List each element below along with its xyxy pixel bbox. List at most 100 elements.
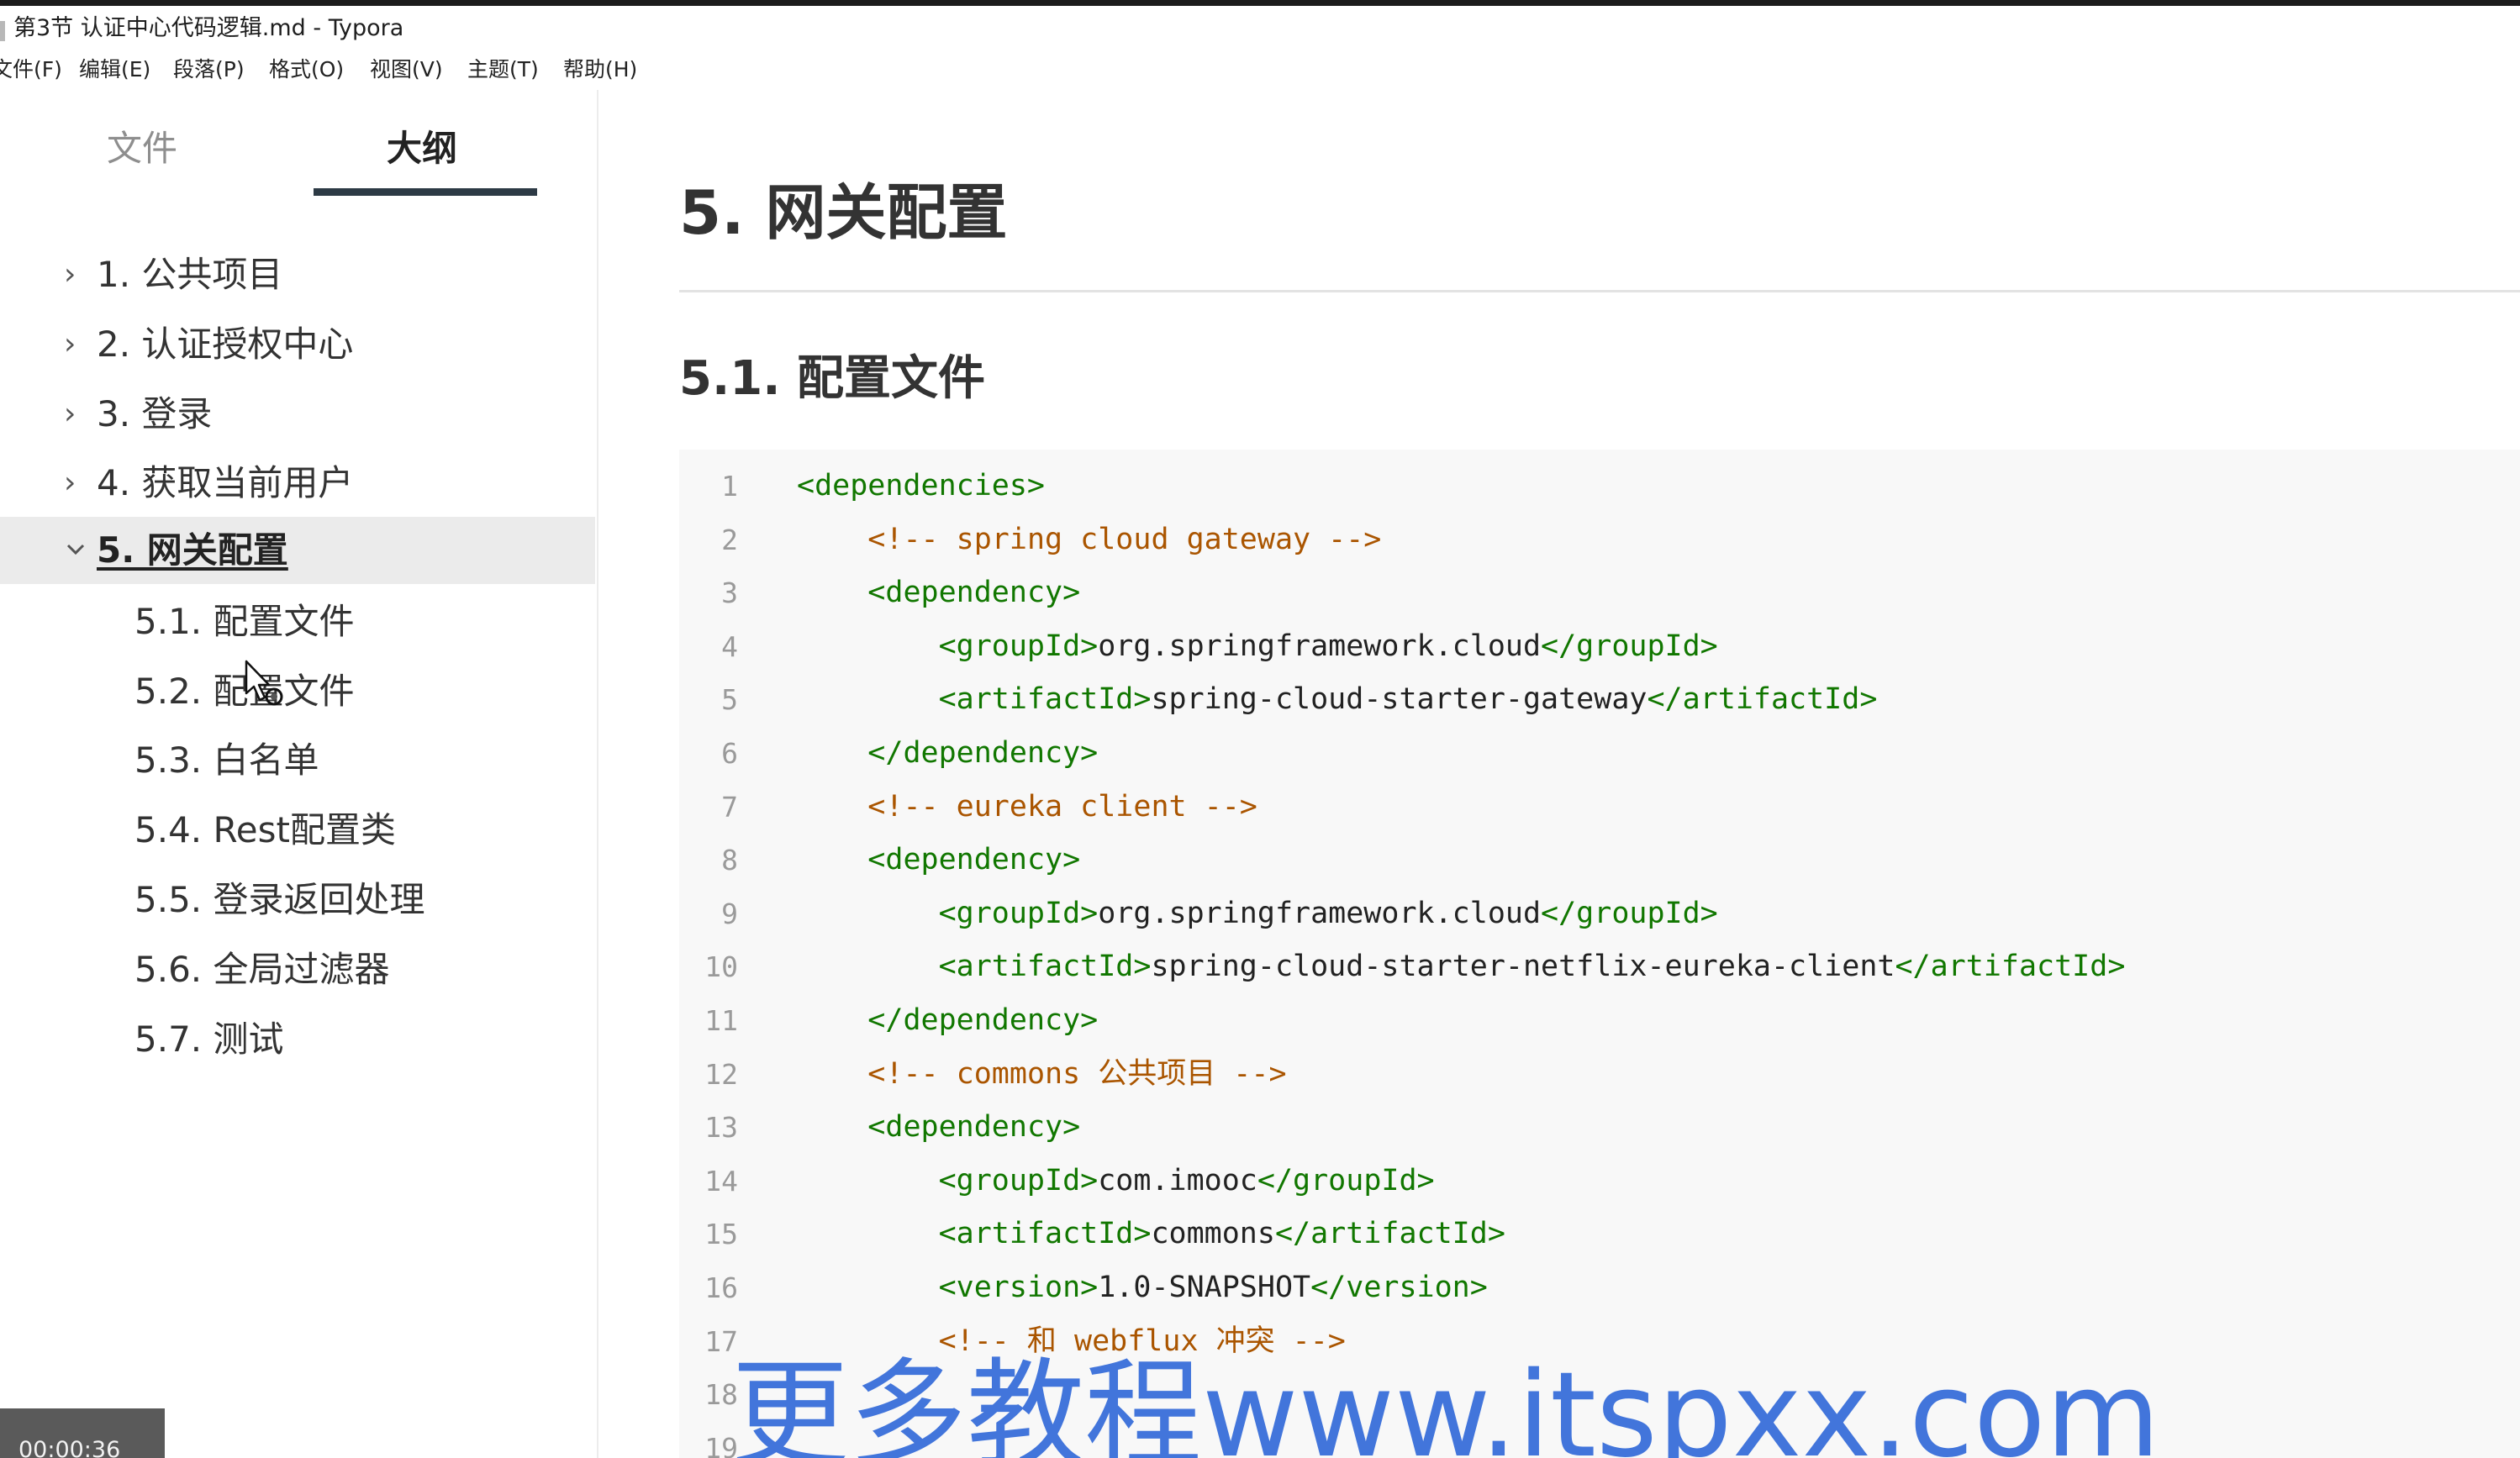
- line-number: 10: [704, 950, 738, 984]
- menu-format[interactable]: 格式(O): [269, 55, 344, 85]
- chevron-down-icon[interactable]: [64, 534, 87, 571]
- chevron-right-icon[interactable]: ›: [64, 465, 76, 502]
- chevron-right-icon[interactable]: ›: [64, 396, 76, 433]
- tab-outline[interactable]: 大纲: [387, 124, 457, 174]
- code-text: <!-- spring cloud gateway -->: [797, 513, 1381, 566]
- code-line[interactable]: 14 <groupId>com.imooc</groupId>: [679, 1155, 2520, 1208]
- active-tab-indicator: [314, 188, 537, 196]
- window-top-edge: [0, 0, 2520, 6]
- line-number: 11: [704, 1004, 738, 1037]
- code-token-tag: <groupId>: [938, 896, 1099, 930]
- code-block[interactable]: 1 <dependencies> 2 <!-- spring cloud gatew…: [679, 450, 2520, 1458]
- menu-file[interactable]: 文件(F): [0, 55, 62, 85]
- code-token-tag: </artifactId>: [1647, 682, 1878, 717]
- code-token-text: spring-cloud-starter-gateway: [1151, 682, 1647, 717]
- code-line[interactable]: 13 <dependency>: [679, 1101, 2520, 1154]
- code-token-tag: <groupId>: [938, 1163, 1099, 1197]
- code-text: </dependency>: [797, 994, 1098, 1047]
- code-line[interactable]: 9 <groupId>org.springframework.cloud</gr…: [679, 887, 2520, 940]
- sidebar: 文件 大纲 › 1. 公共项目 › 2. 认证授权中心 › 3. 登录 › 4.…: [0, 90, 598, 1458]
- watermark-text: 更多教程www.itspxx.com: [731, 1347, 2160, 1458]
- outline-item-label: 5.5. 登录返回处理: [134, 879, 425, 920]
- code-token-tag: <artifactId>: [938, 682, 1152, 717]
- code-text: <artifactId>spring-cloud-starter-gateway…: [797, 673, 1878, 726]
- code-token-tag: <version>: [938, 1271, 1099, 1304]
- line-number: 14: [704, 1164, 738, 1197]
- outline-item-login[interactable]: › 3. 登录: [0, 381, 595, 448]
- code-text: <groupId>org.springframework.cloud</grou…: [797, 887, 1718, 940]
- code-line[interactable]: 1 <dependencies>: [679, 460, 2520, 513]
- code-token-tag: <groupId>: [938, 629, 1099, 663]
- menu-view[interactable]: 视图(V): [370, 55, 443, 85]
- chevron-right-icon[interactable]: ›: [64, 256, 76, 293]
- line-number: 17: [704, 1324, 738, 1358]
- outline-item-current-user[interactable]: › 4. 获取当前用户: [0, 450, 595, 517]
- code-line[interactable]: 8 <dependency>: [679, 834, 2520, 887]
- outline-item-test[interactable]: 5.7. 测试: [0, 1006, 595, 1073]
- line-number: 19: [704, 1431, 738, 1458]
- code-token-comment: <!-- spring cloud gateway -->: [867, 522, 1382, 556]
- code-line[interactable]: 16 <version>1.0-SNAPSHOT</version>: [679, 1261, 2520, 1314]
- outline-item-rest-config[interactable]: 5.4. Rest配置类: [0, 797, 595, 864]
- code-token-text: com.imooc: [1098, 1163, 1257, 1197]
- line-number: 6: [721, 737, 738, 770]
- line-number: 5: [721, 683, 738, 717]
- line-number: 9: [721, 897, 738, 930]
- menu-paragraph[interactable]: 段落(P): [173, 55, 245, 85]
- line-number: 18: [704, 1378, 738, 1412]
- outline-item-label: 5. 网关配置: [97, 529, 288, 571]
- line-number: 8: [721, 844, 738, 877]
- outline-item-label: 3. 登录: [97, 393, 213, 434]
- outline-item-config-file-2[interactable]: 5.2. 配置文件: [0, 658, 595, 725]
- line-number: 15: [704, 1218, 738, 1251]
- outline-item-label: 5.7. 测试: [134, 1018, 284, 1060]
- menu-help[interactable]: 帮助(H): [563, 55, 637, 85]
- editor-pane[interactable]: 5. 网关配置 5.1. 配置文件 1 <dependencies> 2 <!-- …: [598, 90, 2520, 1458]
- code-token-text: 1.0-SNAPSHOT: [1098, 1271, 1311, 1304]
- menu-theme[interactable]: 主题(T): [467, 55, 539, 85]
- outline-item-config-file-1[interactable]: 5.1. 配置文件: [0, 588, 595, 655]
- code-text: <version>1.0-SNAPSHOT</version>: [797, 1261, 1488, 1314]
- menu-edit[interactable]: 编辑(E): [79, 55, 150, 85]
- code-text: <dependencies>: [797, 460, 1045, 513]
- typora-window: 第3节 认证中心代码逻辑.md - Typora 文件(F) 编辑(E) 段落(…: [0, 0, 2520, 1458]
- tab-files[interactable]: 文件: [107, 124, 177, 174]
- code-token-text: commons: [1151, 1217, 1275, 1251]
- app-icon: [0, 21, 5, 41]
- code-text: <artifactId>commons</artifactId>: [797, 1208, 1505, 1261]
- code-token-comment: <!-- commons 公共项目 -->: [867, 1056, 1287, 1091]
- heading-divider: [679, 290, 2520, 292]
- outline-item-login-return[interactable]: 5.5. 登录返回处理: [0, 866, 595, 934]
- code-token-tag: <artifactId>: [938, 1217, 1152, 1251]
- outline-item-label: 5.4. Rest配置类: [134, 809, 396, 850]
- code-text: <dependency>: [797, 834, 1080, 887]
- code-token-tag: <dependency>: [867, 576, 1081, 610]
- code-line[interactable]: 12 <!-- commons 公共项目 -->: [679, 1048, 2520, 1101]
- heading-2[interactable]: 5.1. 配置文件: [679, 345, 985, 413]
- outline-item-label: 5.6. 全局过滤器: [134, 949, 390, 990]
- outline-item-auth-center[interactable]: › 2. 认证授权中心: [0, 311, 595, 378]
- code-line[interactable]: 11 </dependency>: [679, 994, 2520, 1047]
- chevron-right-icon[interactable]: ›: [64, 326, 76, 363]
- code-text: <groupId>com.imooc</groupId>: [797, 1155, 1435, 1208]
- code-line[interactable]: 7 <!-- eureka client -->: [679, 781, 2520, 834]
- code-line[interactable]: 15 <artifactId>commons</artifactId>: [679, 1208, 2520, 1261]
- code-line[interactable]: 10 <artifactId>spring-cloud-starter-netf…: [679, 940, 2520, 993]
- line-number: 16: [704, 1271, 738, 1304]
- outline-item-whitelist[interactable]: 5.3. 白名单: [0, 727, 595, 794]
- code-line[interactable]: 6 </dependency>: [679, 727, 2520, 780]
- code-token-tag: </version>: [1310, 1271, 1488, 1304]
- code-token-text: spring-cloud-starter-netflix-eureka-clie…: [1151, 950, 1895, 984]
- outline-item-global-filter[interactable]: 5.6. 全局过滤器: [0, 936, 595, 1003]
- line-number: 1: [721, 470, 738, 503]
- outline-item-gateway-config[interactable]: 5. 网关配置: [0, 517, 595, 584]
- code-token-tag: <dependency>: [867, 843, 1081, 877]
- heading-1[interactable]: 5. 网关配置: [679, 171, 1008, 255]
- outline-item-public-project[interactable]: › 1. 公共项目: [0, 241, 595, 308]
- code-line[interactable]: 5 <artifactId>spring-cloud-starter-gatew…: [679, 673, 2520, 726]
- line-number: 13: [704, 1111, 738, 1145]
- code-token-tag: </artifactId>: [1895, 950, 2126, 984]
- code-line[interactable]: 3 <dependency>: [679, 566, 2520, 619]
- code-line[interactable]: 2 <!-- spring cloud gateway -->: [679, 513, 2520, 566]
- code-line[interactable]: 4 <groupId>org.springframework.cloud</gr…: [679, 620, 2520, 673]
